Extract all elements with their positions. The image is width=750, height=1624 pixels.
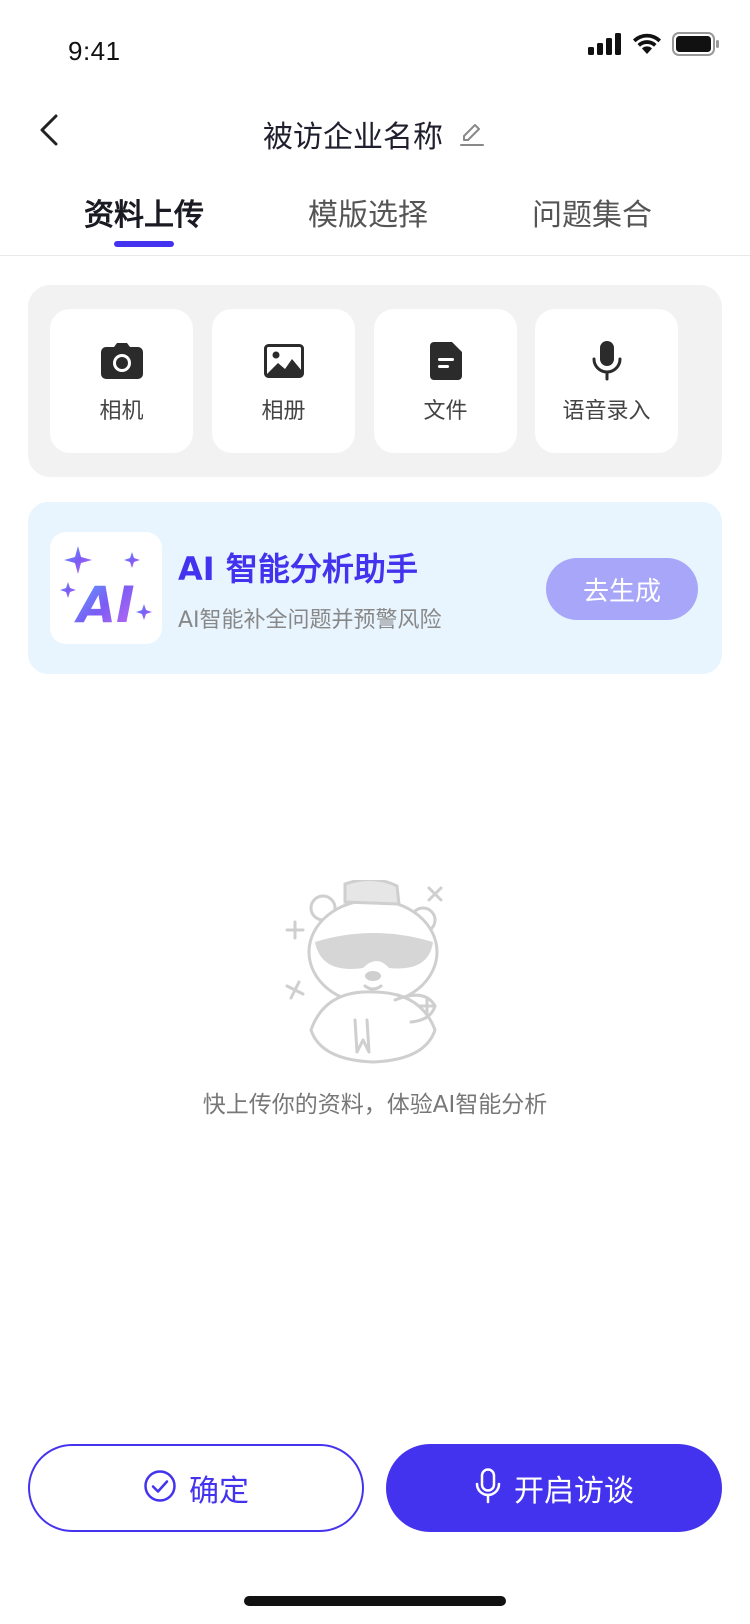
ai-generate-button[interactable]: 去生成 [546, 558, 698, 620]
ai-card-subtitle: AI智能补全问题并预警风险 [178, 608, 442, 633]
empty-state-text: 快上传你的资料，体验AI智能分析 [202, 1092, 548, 1118]
camera-icon [98, 337, 146, 385]
tab-active-indicator [114, 241, 174, 247]
upload-voice-button[interactable]: 语音录入 [535, 309, 678, 453]
file-icon [422, 337, 470, 385]
upload-album-button[interactable]: 相册 [212, 309, 355, 453]
ai-card-title: AI 智能分析助手 [178, 550, 418, 588]
signal-icon [588, 33, 622, 59]
microphone-icon [583, 337, 631, 385]
svg-text:AI: AI [73, 576, 134, 634]
tab-upload[interactable]: 资料上传 [44, 190, 244, 234]
confirm-button-label: 确定 [189, 1474, 249, 1509]
upload-file-button[interactable]: 文件 [374, 309, 517, 453]
upload-camera-label: 相机 [99, 399, 144, 424]
wifi-icon [632, 33, 662, 59]
start-interview-button[interactable]: 开启访谈 [386, 1444, 722, 1532]
nav-title-group: 被访企业名称 [0, 112, 750, 156]
confirm-button[interactable]: 确定 [28, 1444, 364, 1532]
ai-logo-icon: AI [50, 532, 162, 644]
empty-state-bear-illustration [285, 878, 465, 1070]
nav-bar: 被访企业名称 [0, 96, 750, 170]
image-icon [260, 337, 308, 385]
status-time: 9:41 [68, 36, 121, 66]
battery-icon [672, 32, 720, 60]
upload-file-label: 文件 [423, 399, 468, 424]
microphone-icon [474, 1468, 502, 1508]
status-icons [588, 32, 720, 60]
tab-questions[interactable]: 问题集合 [492, 190, 692, 234]
upload-camera-button[interactable]: 相机 [50, 309, 193, 453]
check-circle-icon [143, 1469, 177, 1507]
tab-template[interactable]: 模版选择 [268, 190, 468, 234]
edit-icon[interactable] [457, 119, 487, 149]
upload-options-card: 相机 相册 文件 语音录入 [28, 285, 722, 477]
start-interview-button-label: 开启访谈 [514, 1474, 634, 1509]
tab-bar: 资料上传 模版选择 问题集合 [0, 190, 750, 256]
ai-assistant-card: AI AI 智能分析助手 AI智能补全问题并预警风险 去生成 [28, 502, 722, 674]
status-bar: 9:41 [0, 0, 750, 96]
page-title: 被访企业名称 [263, 120, 443, 155]
upload-album-label: 相册 [261, 399, 306, 424]
home-indicator [244, 1596, 506, 1606]
upload-voice-label: 语音录入 [562, 399, 651, 424]
